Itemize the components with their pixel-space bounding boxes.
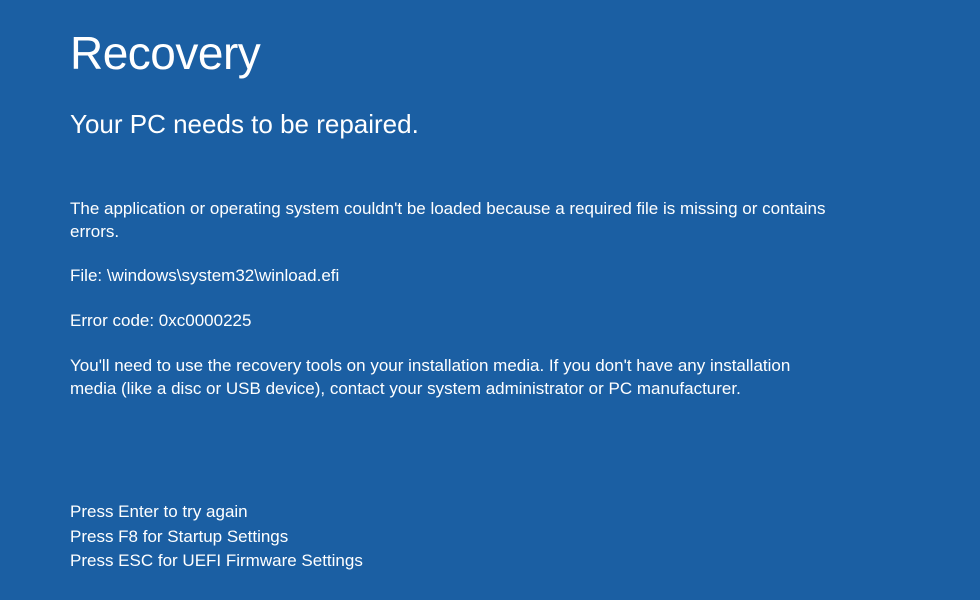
error-cause: The application or operating system coul… <box>70 198 840 244</box>
error-code: Error code: 0xc0000225 <box>70 310 840 333</box>
option-esc[interactable]: Press ESC for UEFI Firmware Settings <box>70 549 363 574</box>
recovery-screen: Recovery Your PC needs to be repaired. T… <box>0 0 980 600</box>
option-f8[interactable]: Press F8 for Startup Settings <box>70 525 363 550</box>
option-enter[interactable]: Press Enter to try again <box>70 500 363 525</box>
error-file: File: \windows\system32\winload.efi <box>70 265 840 288</box>
keyboard-options: Press Enter to try again Press F8 for St… <box>70 500 363 574</box>
recovery-instructions: You'll need to use the recovery tools on… <box>70 355 840 401</box>
page-title: Recovery <box>70 28 910 79</box>
error-details: The application or operating system coul… <box>70 198 840 402</box>
page-subtitle: Your PC needs to be repaired. <box>70 109 910 140</box>
